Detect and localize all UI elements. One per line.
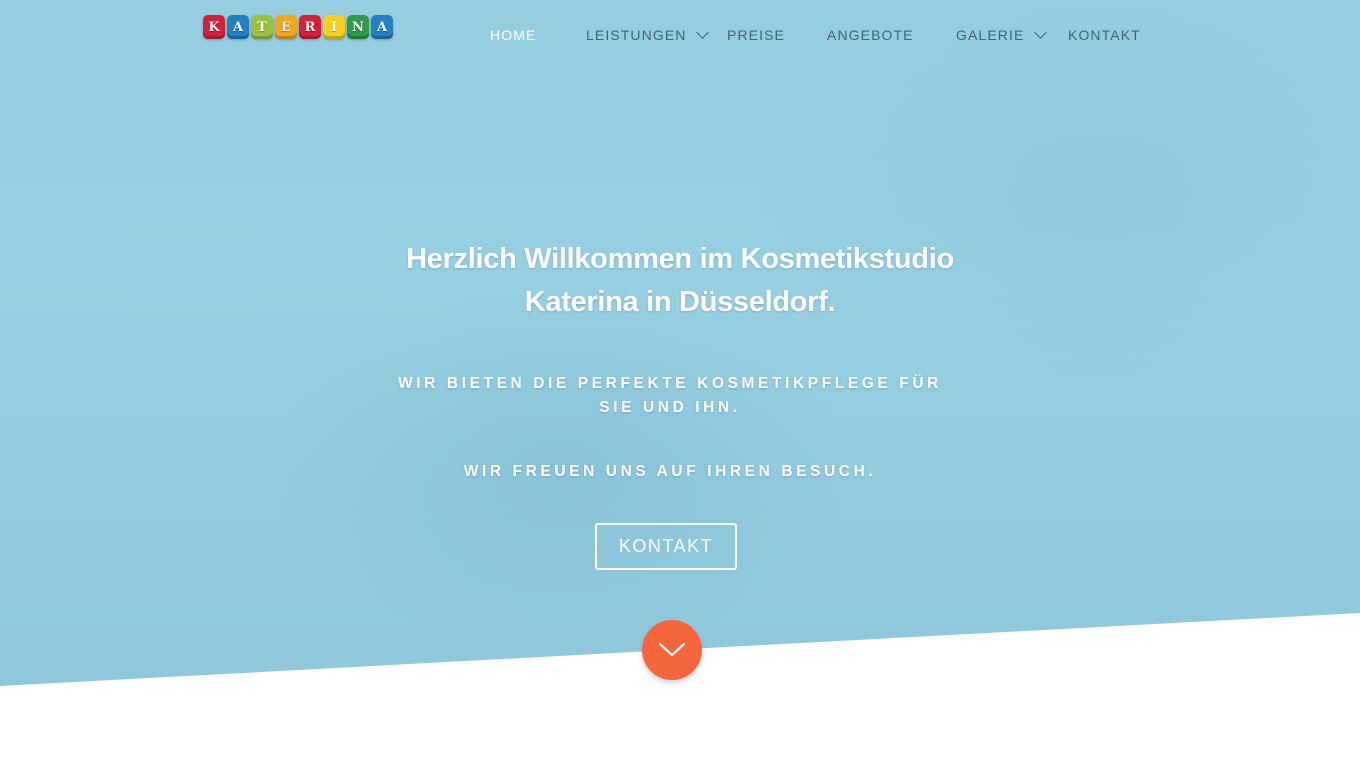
hero-headline-line1: Herzlich Willkommen im Kosmetikstudio (406, 243, 954, 275)
kontakt-button[interactable]: KONTAKT (595, 523, 737, 570)
nav-item-label: ANGEBOTE (827, 27, 914, 43)
scroll-down-button[interactable] (642, 620, 702, 680)
kontakt-button-label: KONTAKT (618, 536, 714, 556)
hero-subline-services: WIR BIETEN DIE PERFEKTE KOSMETIKPFLEGE F… (398, 375, 942, 416)
nav-item-leistungen[interactable]: LEISTUNGEN (586, 26, 710, 43)
main-navigation: HOME LEISTUNGEN PREISE ANGEBOTE GALERIE … (0, 26, 1360, 47)
chevron-down-icon (659, 643, 685, 657)
nav-item-label: PREISE (727, 27, 785, 43)
nav-item-label: LEISTUNGEN (586, 27, 687, 43)
chevron-down-icon (1034, 26, 1048, 39)
hero-headline-line2: Katerina in Düsseldorf. (524, 286, 836, 318)
nav-item-label: GALERIE (956, 27, 1025, 43)
nav-item-preise[interactable]: PREISE (727, 27, 785, 43)
hero-background (0, 0, 1360, 686)
nav-item-label: KONTAKT (1068, 27, 1141, 43)
chevron-down-icon (696, 26, 710, 39)
nav-item-label: HOME (490, 27, 537, 43)
nav-item-galerie[interactable]: GALERIE (956, 26, 1048, 43)
hero-headline: Herzlich Willkommen im Kosmetikstudio Ka… (330, 238, 1030, 324)
nav-item-kontakt[interactable]: KONTAKT (1068, 27, 1141, 43)
nav-item-angebote[interactable]: ANGEBOTE (827, 27, 914, 43)
hero-subline-welcome: WIR FREUEN UNS AUF IHREN BESUCH. (463, 463, 877, 480)
nav-item-home[interactable]: HOME (490, 27, 536, 43)
